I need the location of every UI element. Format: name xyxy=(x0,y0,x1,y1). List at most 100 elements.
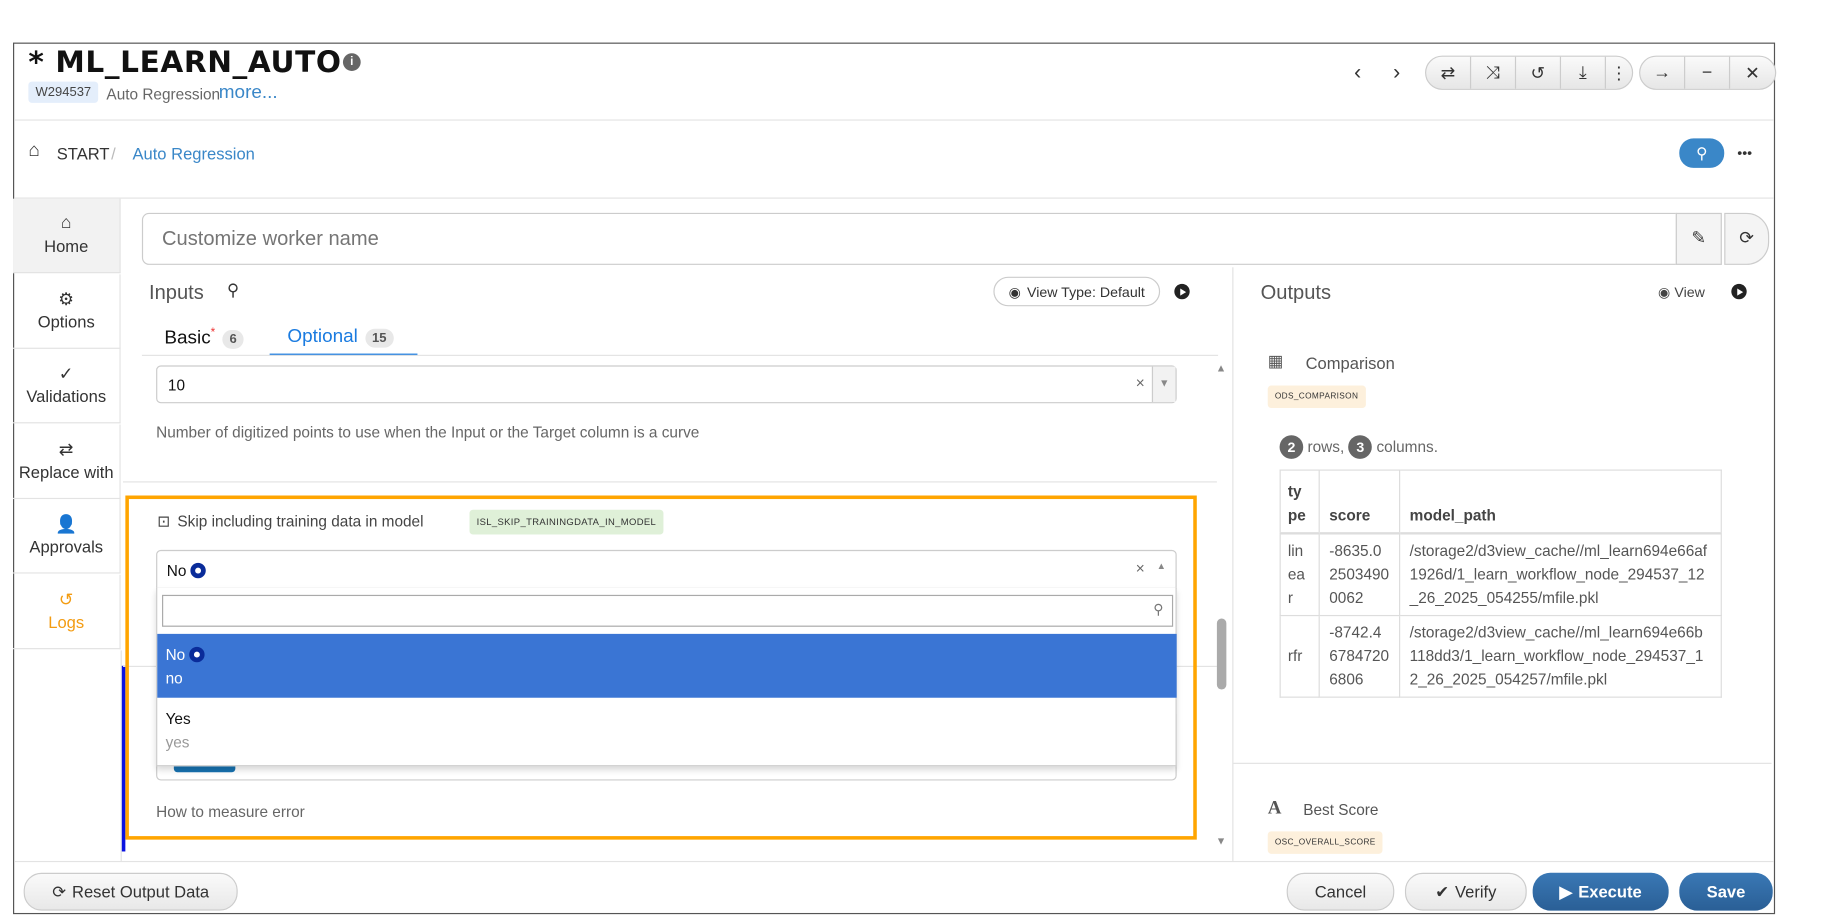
play-icon xyxy=(1174,284,1189,299)
tab-basic[interactable]: Basic*6 xyxy=(164,326,243,349)
worker-name-input[interactable] xyxy=(142,213,1677,265)
clear-icon[interactable]: × xyxy=(1136,374,1145,392)
more-horizontal-icon[interactable]: ••• xyxy=(1737,144,1752,161)
sidebar-item-validations[interactable]: ✓Validations xyxy=(13,349,121,424)
breadcrumb-current[interactable]: Auto Regression xyxy=(132,144,254,163)
more-vertical-icon[interactable]: ⋮ xyxy=(1606,57,1632,89)
divider xyxy=(14,861,1774,862)
sidebar-item-logs[interactable]: ↺Logs xyxy=(13,575,121,650)
comparison-tag: ODS_COMPARISON xyxy=(1268,386,1366,408)
cols-count: 3 xyxy=(1349,435,1373,459)
radio-icon xyxy=(189,647,204,662)
sidebar-label: Logs xyxy=(48,613,84,632)
check-circle-icon: ✔ xyxy=(1435,882,1449,902)
dropdown-menu: ⚲ Nono Yesyes xyxy=(156,588,1177,767)
info-icon[interactable]: i xyxy=(343,53,361,71)
edit-icon[interactable]: ✎ xyxy=(1676,213,1722,265)
shuffle-icon[interactable]: ⤨ xyxy=(1471,57,1516,89)
sidebar-item-options[interactable]: ⚙Options xyxy=(13,274,121,349)
undo-icon[interactable]: ↺ xyxy=(1516,57,1561,89)
tab-optional[interactable]: Optional 15 xyxy=(270,326,418,356)
clear-icon[interactable]: × xyxy=(1136,559,1145,577)
comparison-table: ty pescoremodel_path lin ea r-8635.02503… xyxy=(1280,469,1722,697)
view-type-button[interactable]: ◉View Type: Default xyxy=(993,277,1160,307)
run-outputs-button[interactable] xyxy=(1731,284,1746,305)
sidebar-item-home[interactable]: ⌂Home xyxy=(13,199,121,274)
divider xyxy=(142,355,1218,356)
sidebar-label: Replace with xyxy=(19,462,114,481)
scroll-up-icon[interactable]: ▲ xyxy=(1216,362,1227,374)
search-icon[interactable]: ⚲ xyxy=(227,280,239,300)
search-icon: ⚲ xyxy=(1153,601,1163,618)
required-mark: * xyxy=(211,326,216,339)
sidebar-label: Validations xyxy=(26,387,106,406)
divider xyxy=(14,197,1774,198)
page-title: * ML_LEARN_AUTO xyxy=(28,45,341,79)
reset-output-button[interactable]: ⟳Reset Output Data xyxy=(24,873,238,911)
selected-text: No xyxy=(167,562,187,580)
close-icon[interactable]: ✕ xyxy=(1730,57,1775,89)
cell-type: rfr xyxy=(1280,615,1319,697)
swap-icon[interactable]: ⇄ xyxy=(1426,57,1471,89)
table-summary: 2 rows, 3 columns. xyxy=(1280,435,1438,459)
radio-icon xyxy=(190,563,205,578)
sidebar-label: Home xyxy=(44,237,88,256)
view-label: View xyxy=(1674,284,1705,301)
outputs-title: Outputs xyxy=(1261,281,1331,305)
view-outputs-button[interactable]: ◉ View xyxy=(1658,284,1705,301)
dropdown-search-input[interactable] xyxy=(162,595,1173,627)
selected-value: No xyxy=(167,562,206,580)
table-row: lin ea r-8635.025034900062/storage2/d3vi… xyxy=(1280,533,1721,615)
refresh-icon[interactable]: ⟳ xyxy=(1724,213,1769,265)
field-tag: ISL_SKIP_TRAININGDATA_IN_MODEL xyxy=(469,510,663,535)
worker-type: Auto Regression xyxy=(106,85,220,103)
play-icon xyxy=(1731,284,1746,299)
column-header[interactable]: model_path xyxy=(1400,470,1722,533)
dropdown-option-no[interactable]: Nono xyxy=(157,634,1176,698)
chevron-up-icon[interactable]: ▲ xyxy=(1157,561,1166,572)
table-row: rfr-8742.467847206806/storage2/d3view_ca… xyxy=(1280,615,1721,697)
workflow-icon[interactable]: ⚲ xyxy=(1679,138,1724,168)
chevron-down-icon[interactable]: ▼ xyxy=(1152,367,1176,402)
column-header[interactable]: ty pe xyxy=(1280,470,1319,533)
sidebar-item-replace-with[interactable]: ⇄Replace with xyxy=(13,425,121,500)
cell-score: -8635.025034900062 xyxy=(1319,533,1399,615)
breadcrumb-separator: / xyxy=(111,144,116,163)
digitized-points-select[interactable]: 10 × ▼ xyxy=(156,365,1177,403)
save-button[interactable]: Save xyxy=(1679,873,1772,911)
table-header: ty pescoremodel_path xyxy=(1280,470,1721,533)
arrow-right-icon[interactable]: → xyxy=(1640,57,1685,89)
text-icon: A xyxy=(1268,798,1282,819)
best-score-title: Best Score xyxy=(1303,801,1378,819)
scrollbar-thumb[interactable] xyxy=(1217,618,1226,689)
sidebar-item-approvals[interactable]: 👤Approvals xyxy=(13,499,121,574)
rows-count: 2 xyxy=(1280,435,1304,459)
reset-label: Reset Output Data xyxy=(72,882,209,901)
history-icon: ↺ xyxy=(13,589,119,613)
minimize-icon[interactable]: − xyxy=(1685,57,1730,89)
execute-button[interactable]: ▶Execute xyxy=(1533,873,1669,911)
worker-id-badge: W294537 xyxy=(28,82,98,103)
next-icon[interactable]: › xyxy=(1393,60,1400,85)
breadcrumb-start[interactable]: START xyxy=(57,144,110,163)
prev-icon[interactable]: ‹ xyxy=(1354,60,1361,85)
tab-count: 15 xyxy=(365,329,394,348)
tab-count: 6 xyxy=(222,330,243,349)
run-inputs-button[interactable] xyxy=(1174,284,1189,305)
tab-label: Optional xyxy=(287,326,357,346)
gear-icon: ⚙ xyxy=(13,289,119,313)
dropdown-option-yes[interactable]: Yesyes xyxy=(157,698,1176,762)
verify-button[interactable]: ✔Verify xyxy=(1405,873,1527,911)
cell-score: -8742.467847206806 xyxy=(1319,615,1399,697)
collapse-icon[interactable]: ⊡ xyxy=(157,512,170,531)
more-link[interactable]: more... xyxy=(219,83,278,104)
scroll-down-icon[interactable]: ▼ xyxy=(1216,835,1227,847)
home-icon[interactable]: ⌂ xyxy=(28,141,39,162)
divider xyxy=(14,119,1774,120)
cancel-button[interactable]: Cancel xyxy=(1287,873,1395,911)
cell-model-path: /storage2/d3view_cache//ml_learn694e66b1… xyxy=(1400,615,1722,697)
swap-icon: ⇄ xyxy=(13,439,119,463)
download-icon[interactable]: ⤓ xyxy=(1561,57,1606,89)
skip-training-select[interactable]: No × ▲ xyxy=(156,550,1177,589)
column-header[interactable]: score xyxy=(1319,470,1399,533)
